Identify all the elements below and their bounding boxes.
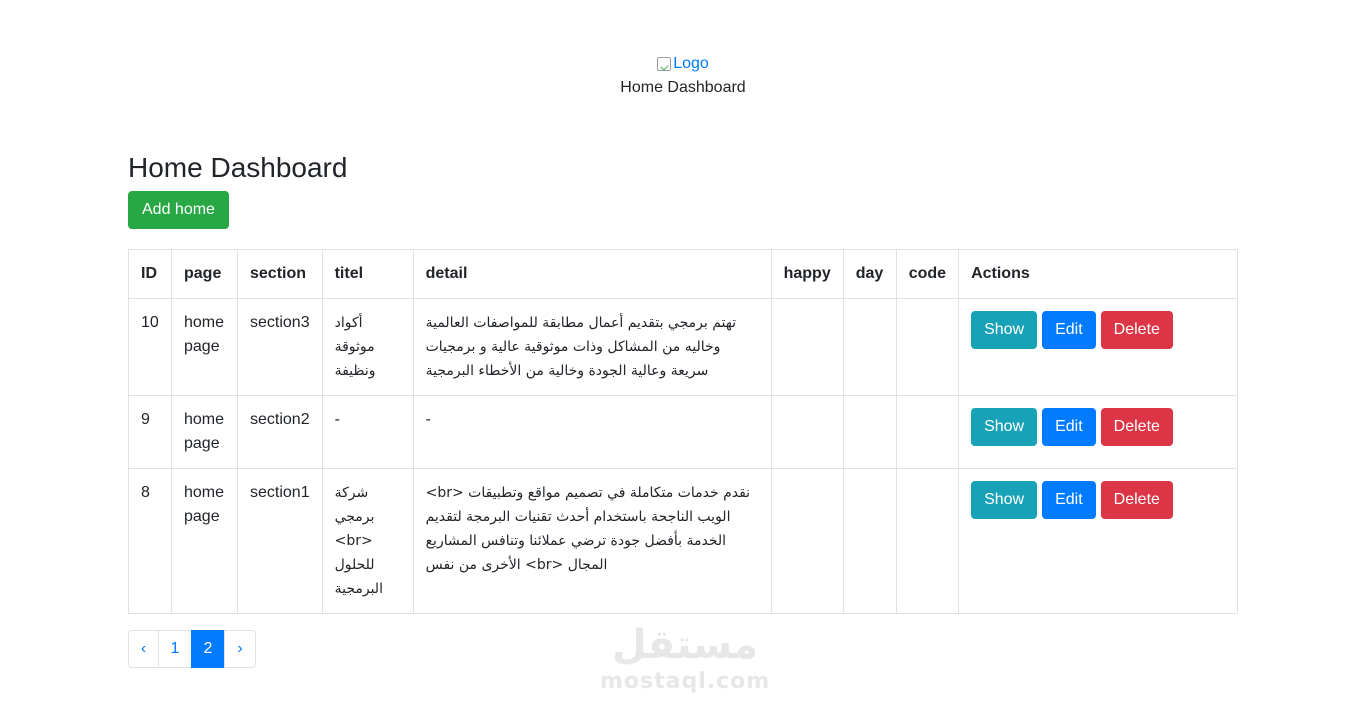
cell-page: home page: [171, 395, 238, 469]
delete-button[interactable]: Delete: [1100, 481, 1173, 519]
column-header-detail: detail: [412, 249, 772, 299]
pagination-page-1[interactable]: 1: [158, 630, 192, 668]
edit-button[interactable]: Edit: [1042, 311, 1096, 349]
cell-code: [895, 298, 960, 396]
homes-table: ID page section titel detail happy day c…: [128, 249, 1238, 614]
cell-day: [842, 468, 897, 614]
pagination-page-2[interactable]: 2: [191, 630, 225, 668]
pagination-next-icon[interactable]: ›: [224, 630, 256, 668]
watermark: مستقل mostaql.com: [600, 620, 770, 694]
cell-actions: Show Edit Delete: [958, 298, 1238, 396]
table-header-row: ID page section titel detail happy day c…: [128, 249, 1238, 299]
header-title: Home Dashboard: [620, 79, 746, 96]
cell-actions: Show Edit Delete: [958, 395, 1238, 469]
site-header: Logo Home Dashboard: [0, 52, 1366, 100]
delete-button[interactable]: Delete: [1100, 311, 1173, 349]
edit-button[interactable]: Edit: [1042, 408, 1096, 446]
cell-code: [895, 395, 960, 469]
cell-happy: [770, 395, 844, 469]
cell-day: [842, 395, 897, 469]
delete-button[interactable]: Delete: [1100, 408, 1173, 446]
cell-titel: -: [321, 395, 414, 469]
cell-code: [895, 468, 960, 614]
add-home-button[interactable]: Add home: [128, 191, 229, 229]
column-header-actions: Actions: [958, 249, 1238, 299]
row-actions: Show Edit Delete: [971, 481, 1225, 519]
cell-happy: [770, 298, 844, 396]
row-actions: Show Edit Delete: [971, 311, 1225, 349]
cell-day: [842, 298, 897, 396]
cell-happy: [770, 468, 844, 614]
table-row: 8 home page section1 شركة برمجي <br> للح…: [128, 468, 1238, 614]
cell-id: 8: [128, 468, 172, 614]
cell-titel: أكواد موثوقة ونظيفة: [321, 298, 414, 396]
column-header-titel: titel: [321, 249, 414, 299]
show-button[interactable]: Show: [971, 311, 1038, 349]
cell-titel: شركة برمجي <br> للحلول البرمجية: [321, 468, 414, 614]
cell-actions: Show Edit Delete: [958, 468, 1238, 614]
column-header-happy: happy: [770, 249, 844, 299]
main-content: Home Dashboard Add home ID page section …: [128, 150, 1238, 668]
watermark-latin: mostaql.com: [600, 669, 771, 694]
cell-section: section1: [237, 468, 323, 614]
page-title: Home Dashboard: [128, 152, 348, 183]
cell-page: home page: [171, 468, 238, 614]
row-actions: Show Edit Delete: [971, 408, 1225, 446]
show-button[interactable]: Show: [971, 481, 1038, 519]
broken-image-icon: [657, 57, 672, 71]
watermark-arabic: مستقل: [611, 622, 759, 668]
cell-detail: -: [412, 395, 772, 469]
logo-alt-text: Logo: [673, 55, 709, 72]
cell-section: section2: [237, 395, 323, 469]
column-header-day: day: [842, 249, 897, 299]
pagination-prev-icon[interactable]: ‹: [128, 630, 159, 668]
cell-page: home page: [171, 298, 238, 396]
cell-detail: تهتم برمجي بتقديم أعمال مطابقة للمواصفات…: [412, 298, 772, 396]
cell-section: section3: [237, 298, 323, 396]
column-header-code: code: [895, 249, 960, 299]
show-button[interactable]: Show: [971, 408, 1038, 446]
column-header-id: ID: [128, 249, 172, 299]
table-row: 9 home page section2 - - Show Edit Delet…: [128, 395, 1238, 469]
cell-detail: <br> نقدم خدمات متكاملة في تصميم مواقع و…: [412, 468, 772, 614]
column-header-section: section: [237, 249, 323, 299]
table-row: 10 home page section3 أكواد موثوقة ونظيف…: [128, 298, 1238, 396]
cell-id: 10: [128, 298, 172, 396]
column-header-page: page: [171, 249, 238, 299]
cell-id: 9: [128, 395, 172, 469]
logo-link[interactable]: Logo: [657, 52, 709, 76]
edit-button[interactable]: Edit: [1042, 481, 1096, 519]
